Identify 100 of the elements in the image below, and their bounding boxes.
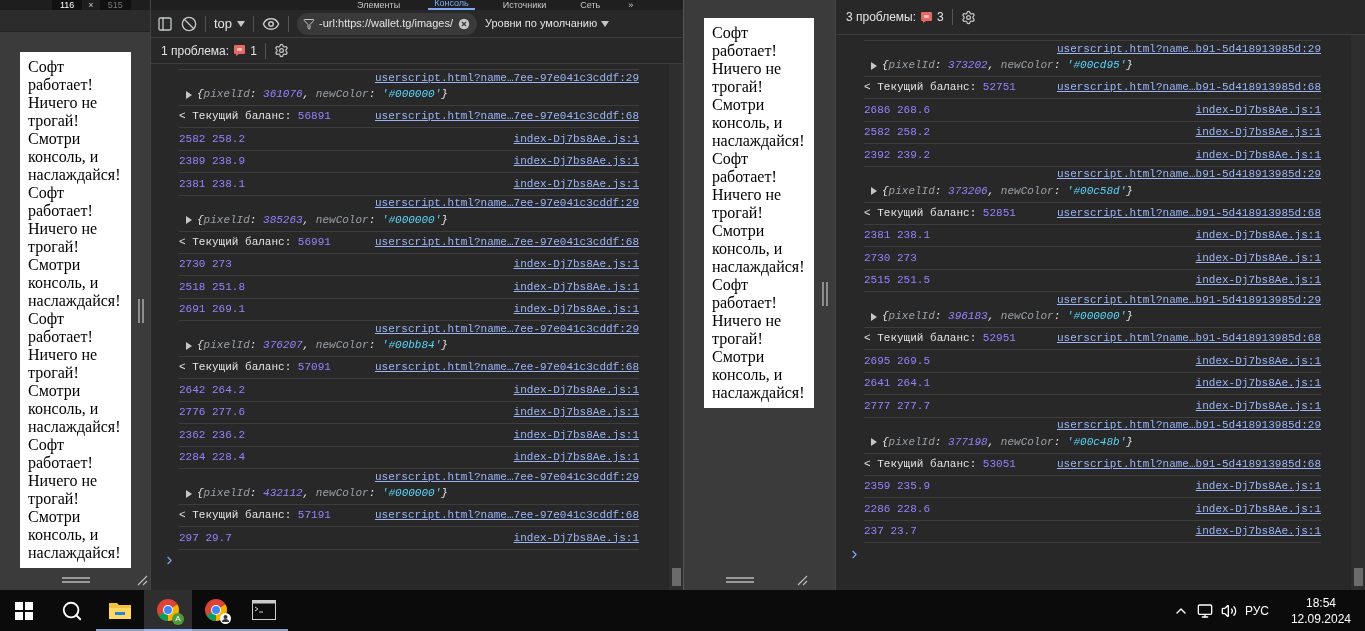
- source-link[interactable]: userscript.html?name…7ee-97e041c3cddf:29: [374, 320, 639, 338]
- object-preview: {pixelId: 396183, newColor: '#000000'}: [882, 309, 1133, 325]
- settings-icon[interactable]: [960, 9, 976, 25]
- balance-message: < Текущий баланс: 57091: [179, 360, 331, 376]
- source-link[interactable]: index-Dj7bs8Ae.js:1: [513, 529, 639, 546]
- settings-icon[interactable]: [273, 43, 289, 58]
- splitter-handle-icon[interactable]: [821, 282, 828, 306]
- language-indicator[interactable]: РУС: [1244, 601, 1269, 620]
- source-link[interactable]: userscript.html?name…7ee-97e041c3cddf:68: [374, 507, 639, 524]
- clear-console-icon[interactable]: [181, 15, 197, 32]
- profile-badge-icon: [220, 612, 231, 624]
- issues-button[interactable]: 3 проблемы: 3: [846, 8, 944, 26]
- source-link[interactable]: index-Dj7bs8Ae.js:1: [1195, 124, 1321, 141]
- source-link[interactable]: userscript.html?name…b91-5d418913985d:29: [1056, 40, 1321, 58]
- source-link[interactable]: index-Dj7bs8Ae.js:1: [513, 404, 639, 421]
- search-icon: [61, 599, 83, 622]
- log-message: 2776 277.6: [179, 405, 245, 420]
- source-link[interactable]: userscript.html?name…b91-5d418913985d:29: [1056, 166, 1321, 183]
- width-field[interactable]: 116: [52, 0, 83, 10]
- page-paragraph: Софт работает! Ничего не трогай! Смотри консоль, и наслаждайся!: [28, 184, 122, 310]
- devtools-tab[interactable]: Элементы: [351, 0, 407, 10]
- height-field[interactable]: 515: [99, 0, 131, 10]
- resize-handle-icon[interactable]: [726, 577, 754, 583]
- splitter-handle-icon[interactable]: [137, 299, 144, 323]
- context-dropdown[interactable]: top: [214, 13, 246, 34]
- scrollbar[interactable]: [1351, 35, 1365, 590]
- source-link[interactable]: userscript.html?name…b91-5d418913985d:29: [1056, 417, 1321, 434]
- devtools-tab[interactable]: Источники: [496, 0, 553, 10]
- expand-arrow-icon[interactable]: [185, 216, 193, 224]
- object-preview: {pixelId: 377198, newColor: '#00c48b'}: [882, 434, 1133, 450]
- expand-arrow-icon[interactable]: [870, 312, 878, 321]
- sidebar-toggle-icon[interactable]: [157, 15, 173, 32]
- source-link[interactable]: index-Dj7bs8Ae.js:1: [513, 153, 639, 170]
- source-link[interactable]: index-Dj7bs8Ae.js:1: [1195, 397, 1321, 414]
- source-link[interactable]: index-Dj7bs8Ae.js:1: [1195, 375, 1321, 392]
- source-link[interactable]: index-Dj7bs8Ae.js:1: [513, 381, 639, 398]
- source-link[interactable]: index-Dj7bs8Ae.js:1: [1195, 272, 1321, 289]
- expand-arrow-icon[interactable]: [185, 90, 193, 99]
- volume-icon[interactable]: [1220, 602, 1237, 619]
- filter-field[interactable]: -url:https://wallet.tg/images/: [297, 12, 477, 35]
- expand-arrow-icon[interactable]: [185, 489, 193, 498]
- source-link[interactable]: userscript.html?name…b91-5d418913985d:68: [1056, 79, 1321, 96]
- source-link[interactable]: index-Dj7bs8Ae.js:1: [513, 130, 639, 147]
- object-preview: {pixelId: 361076, newColor: '#000000'}: [197, 87, 448, 103]
- clock-date[interactable]: 12.09.2024: [1290, 610, 1351, 627]
- balance-message: < Текущий баланс: 56891: [179, 109, 331, 125]
- terminal-icon: [252, 599, 276, 620]
- resize-grip-icon[interactable]: [796, 574, 808, 586]
- source-link[interactable]: userscript.html?name…b91-5d418913985d:68: [1056, 204, 1321, 222]
- source-link[interactable]: index-Dj7bs8Ae.js:1: [1195, 101, 1321, 118]
- chrome-icon: [156, 597, 180, 622]
- balance-message: < Текущий баланс: 57191: [179, 508, 331, 524]
- source-link[interactable]: index-Dj7bs8Ae.js:1: [1195, 523, 1321, 540]
- clock-time[interactable]: 18:54: [1305, 594, 1336, 611]
- levels-dropdown[interactable]: Уровни по умолчанию: [484, 15, 610, 32]
- balance-message: < Текущий баланс: 53051: [864, 456, 1016, 472]
- source-link[interactable]: index-Dj7bs8Ae.js:1: [513, 449, 639, 466]
- log-message: 2730 273: [864, 250, 917, 266]
- source-link[interactable]: userscript.html?name…b91-5d418913985d:29: [1056, 291, 1321, 309]
- source-link[interactable]: userscript.html?name…7ee-97e041c3cddf:68: [374, 359, 639, 376]
- network-icon[interactable]: [1196, 602, 1213, 619]
- source-link[interactable]: index-Dj7bs8Ae.js:1: [513, 256, 639, 273]
- source-link[interactable]: userscript.html?name…7ee-97e041c3cddf:29: [374, 69, 639, 87]
- devtools-tab[interactable]: Сеть: [574, 0, 607, 10]
- source-link[interactable]: index-Dj7bs8Ae.js:1: [513, 301, 639, 318]
- object-preview: {pixelId: 373206, newColor: '#00c58d'}: [882, 183, 1133, 199]
- resize-grip-icon[interactable]: [136, 574, 148, 586]
- source-link[interactable]: index-Dj7bs8Ae.js:1: [1195, 227, 1321, 244]
- log-message: 2284 228.4: [179, 450, 245, 465]
- resize-handle-icon[interactable]: [62, 577, 90, 583]
- source-link[interactable]: userscript.html?name…7ee-97e041c3cddf:68: [374, 108, 639, 125]
- source-link[interactable]: index-Dj7bs8Ae.js:1: [513, 175, 639, 192]
- log-message: 2582 258.2: [864, 125, 930, 140]
- log-message: 2582 258.2: [179, 131, 245, 147]
- log-message: 2777 277.7: [864, 398, 930, 414]
- clear-filter-icon[interactable]: [456, 16, 471, 31]
- source-link[interactable]: index-Dj7bs8Ae.js:1: [1195, 146, 1321, 163]
- log-message: 2642 264.2: [179, 382, 245, 398]
- issues-button[interactable]: 1 проблема: 1: [161, 41, 257, 60]
- log-message: 2515 251.5: [864, 273, 930, 288]
- log-message: 237 23.7: [864, 524, 917, 539]
- more-tabs[interactable]: »: [628, 0, 634, 10]
- source-link[interactable]: userscript.html?name…7ee-97e041c3cddf:68: [374, 233, 639, 251]
- page-paragraph: Софт работает! Ничего не трогай! Смотри консоль, и наслаждайся!: [712, 276, 806, 402]
- expand-arrow-icon[interactable]: [870, 61, 878, 70]
- source-link[interactable]: userscript.html?name…7ee-97e041c3cddf:29: [374, 468, 639, 486]
- expand-arrow-icon[interactable]: [870, 187, 878, 195]
- source-link[interactable]: userscript.html?name…b91-5d418913985d:68: [1056, 455, 1321, 473]
- expand-arrow-icon[interactable]: [870, 438, 878, 446]
- object-preview: {pixelId: 376207, newColor: '#00bb84'}: [197, 338, 448, 354]
- expand-arrow-icon[interactable]: [185, 341, 193, 350]
- source-link[interactable]: index-Dj7bs8Ae.js:1: [1195, 478, 1321, 495]
- source-link[interactable]: index-Dj7bs8Ae.js:1: [513, 426, 639, 443]
- source-link[interactable]: index-Dj7bs8Ae.js:1: [1195, 352, 1321, 369]
- source-link[interactable]: index-Dj7bs8Ae.js:1: [1195, 249, 1321, 266]
- source-link[interactable]: index-Dj7bs8Ae.js:1: [513, 278, 639, 295]
- scrollbar[interactable]: [669, 64, 683, 590]
- source-link[interactable]: userscript.html?name…b91-5d418913985d:68: [1056, 330, 1321, 347]
- source-link[interactable]: userscript.html?name…7ee-97e041c3cddf:29: [374, 195, 639, 212]
- source-link[interactable]: index-Dj7bs8Ae.js:1: [1195, 500, 1321, 517]
